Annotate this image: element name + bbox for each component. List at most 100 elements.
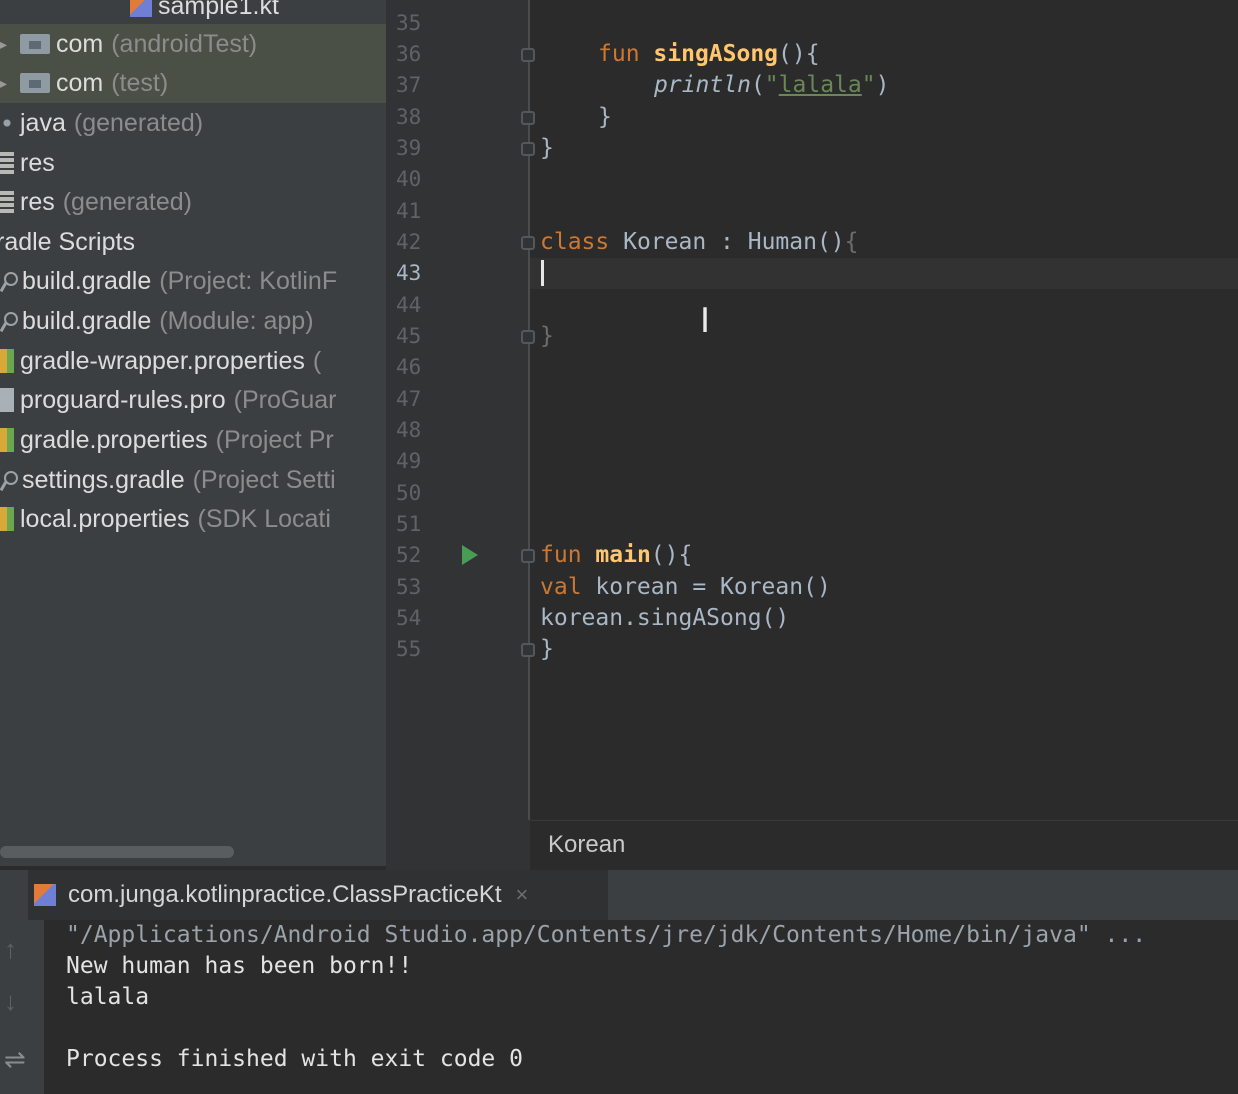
run-tab-label: com.junga.kotlinpractice.ClassPracticeKt: [68, 881, 502, 908]
tree-item-proguard-rules[interactable]: proguard-rules.pro (ProGuar: [0, 380, 386, 420]
line-number: 55: [396, 637, 422, 661]
breadcrumb-item[interactable]: Korean: [548, 831, 625, 859]
res-folder-icon: [0, 191, 14, 213]
run-tab[interactable]: com.junga.kotlinpractice.ClassPracticeKt…: [28, 870, 608, 920]
tree-item-label: res: [20, 187, 55, 216]
tree-item-com-test[interactable]: ▸ com (test): [0, 63, 386, 103]
tree-item-label: com: [56, 68, 104, 97]
line-number: 49: [396, 449, 422, 473]
kotlin-file-icon: [130, 0, 152, 17]
tree-item-label: local.properties: [20, 504, 190, 533]
fold-marker-icon[interactable]: [521, 236, 535, 250]
tree-item-label: java: [20, 108, 66, 137]
function-call: println: [654, 72, 751, 98]
soft-wrap-icon[interactable]: ⇌: [4, 1044, 26, 1075]
line-number: 54: [396, 606, 422, 630]
line-number: 36: [396, 42, 422, 66]
tree-item-label: build.gradle: [22, 306, 152, 335]
tree-item-label: proguard-rules.pro: [20, 385, 226, 414]
tree-item-label: settings.gradle: [22, 465, 185, 494]
line-number: 53: [396, 575, 422, 599]
project-tree-panel: sample1.kt ▸ com (androidTest) ▸ com (te…: [0, 0, 386, 866]
close-icon[interactable]: ×: [516, 882, 529, 908]
string-quote: ": [861, 72, 876, 98]
tree-item-com-androidtest[interactable]: ▸ com (androidTest): [0, 24, 386, 64]
code-editor[interactable]: [530, 0, 1238, 820]
fold-marker-icon[interactable]: [521, 643, 535, 657]
code-text: Korean : Human(): [609, 229, 845, 255]
tree-item-hint: (test): [111, 68, 169, 97]
function-name: main: [595, 542, 651, 568]
tree-item-res[interactable]: res: [0, 143, 386, 183]
gradle-file-icon: [0, 270, 18, 292]
tree-item-label: radle Scripts: [0, 227, 135, 256]
keyword: class: [540, 229, 610, 255]
res-folder-icon: [0, 152, 14, 174]
console-line: Process finished with exit code 0: [66, 1046, 523, 1072]
text-caret: [541, 260, 544, 286]
package-folder-icon: [20, 73, 50, 93]
line-number: 48: [396, 418, 422, 442]
tree-item-hint: (Project: KotlinF: [159, 266, 338, 295]
line-number: 50: [396, 481, 422, 505]
tree-item-settings-gradle[interactable]: settings.gradle (Project Setti: [0, 460, 386, 500]
tree-item-java-generated[interactable]: java (generated): [0, 103, 386, 143]
tree-item-build-gradle-project[interactable]: build.gradle (Project: KotlinF: [0, 261, 386, 301]
expand-arrow-icon[interactable]: ▸: [0, 36, 14, 53]
tree-item-hint: (Project Setti: [192, 465, 336, 494]
tree-item-build-gradle-module[interactable]: build.gradle (Module: app): [0, 301, 386, 341]
tree-item-local-properties[interactable]: local.properties (SDK Locati: [0, 499, 386, 539]
line-number: 51: [396, 512, 422, 536]
fold-marker-icon[interactable]: [521, 330, 535, 344]
string-literal: lalala: [778, 72, 862, 98]
line-number: 47: [396, 387, 422, 411]
properties-file-icon: [0, 507, 14, 531]
keyword: fun: [598, 41, 640, 67]
expand-arrow-icon[interactable]: ▸: [0, 75, 14, 92]
horizontal-scrollbar[interactable]: [0, 846, 234, 858]
kotlin-run-config-icon: [34, 884, 56, 906]
tree-item-gradle-wrapper-properties[interactable]: gradle-wrapper.properties (: [0, 341, 386, 381]
code-line-55: }: [540, 636, 554, 662]
console-line: New human has been born!!: [66, 953, 413, 979]
code-line-39: }: [540, 135, 554, 161]
fold-marker-icon[interactable]: [521, 142, 535, 156]
tree-item-label: res: [20, 148, 55, 177]
breadcrumb[interactable]: Korean: [530, 820, 1238, 871]
line-number: 52: [396, 543, 422, 567]
code-line-37: println("lalala"): [654, 70, 889, 101]
fold-marker-icon[interactable]: [521, 549, 535, 563]
gutter-bottom: [386, 820, 530, 870]
tree-item-hint: (: [312, 346, 322, 375]
up-arrow-icon[interactable]: ↑: [4, 934, 17, 965]
tree-item-hint: (Module: app): [159, 306, 314, 335]
tree-item-label: build.gradle: [22, 266, 152, 295]
line-number: 38: [396, 105, 422, 129]
line-number: 42: [396, 230, 422, 254]
function-name: singASong: [653, 41, 779, 67]
fold-marker-icon[interactable]: [521, 111, 535, 125]
down-arrow-icon[interactable]: ↓: [4, 986, 17, 1017]
tree-item-gradle-scripts[interactable]: radle Scripts: [0, 222, 382, 262]
tree-item-gradle-properties[interactable]: gradle.properties (Project Pr: [0, 420, 386, 460]
run-gutter-icon[interactable]: [462, 545, 478, 565]
code-line-54: korean.singASong(): [540, 605, 790, 631]
code-line-52: fun main(){: [540, 540, 692, 571]
fold-marker-icon[interactable]: [521, 48, 535, 62]
code-text: (: [750, 72, 765, 98]
run-console[interactable]: "/Applications/Android Studio.app/Conten…: [44, 920, 1238, 1094]
line-number: 35: [396, 11, 422, 35]
line-number-current: 43: [396, 261, 422, 285]
properties-file-icon: [0, 349, 14, 373]
line-number: 44: [396, 293, 422, 317]
tree-item-hint: (SDK Locati: [197, 504, 331, 533]
tree-item-res-generated[interactable]: res (generated): [0, 182, 386, 222]
line-number: 39: [396, 136, 422, 160]
code-line-42: class Korean : Human(){: [540, 227, 859, 258]
code-line-53: val korean = Korean(): [540, 572, 831, 603]
line-number: 46: [396, 355, 422, 379]
code-text: ): [875, 72, 890, 98]
tree-item-hint: (androidTest): [111, 29, 258, 58]
gradle-file-icon: [0, 469, 18, 491]
tree-item-sample1-kt[interactable]: sample1.kt: [130, 0, 386, 26]
